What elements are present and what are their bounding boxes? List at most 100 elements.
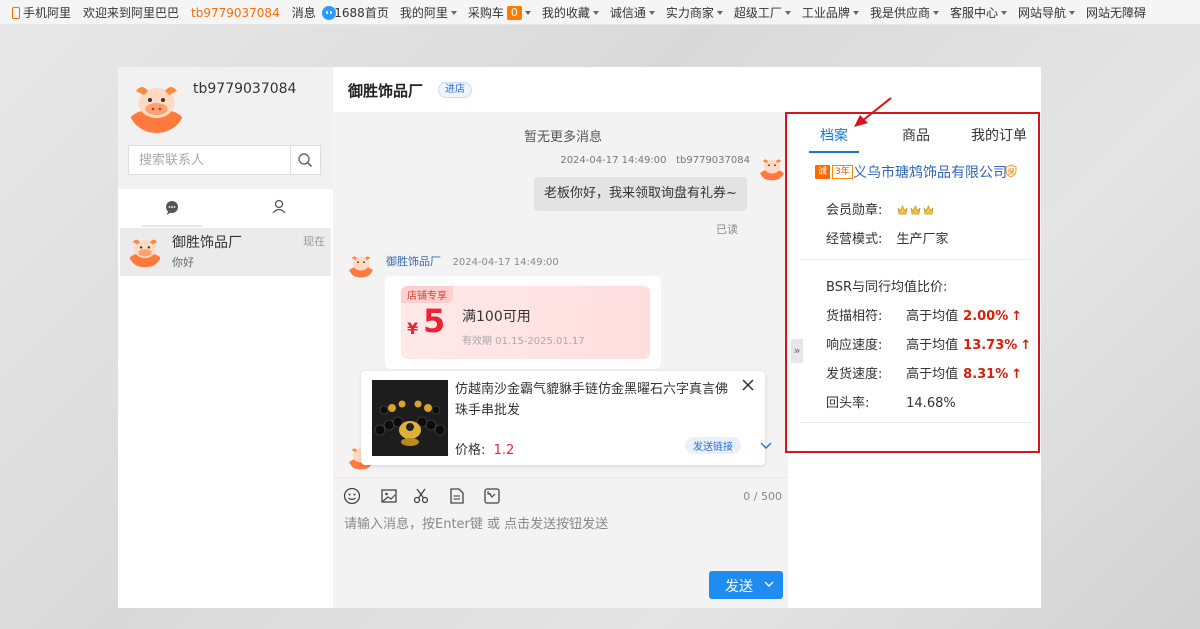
incoming-sender: 御胜饰品厂	[386, 255, 441, 268]
profile-username: tb9779037084	[193, 81, 297, 97]
send-button[interactable]: 发送	[709, 571, 783, 599]
tab-recent-chats[interactable]	[142, 189, 202, 227]
message-toolbar: 0 / 500	[333, 477, 788, 514]
chevron-down-icon[interactable]	[763, 578, 775, 590]
outgoing-message-bubble: 老板你好，我来领取询盘有礼券~	[534, 177, 747, 211]
user-icon	[272, 199, 286, 214]
emoji-icon[interactable]	[343, 487, 361, 505]
chevron-down-icon	[784, 10, 791, 15]
nav-accessibility[interactable]: 网站无障碍	[1086, 4, 1146, 21]
highlight-annotation-box	[785, 112, 1040, 453]
nav-cart[interactable]: 采购车 0	[468, 4, 531, 21]
product-image[interactable]	[372, 380, 448, 456]
chevron-down-icon	[932, 10, 939, 15]
contact-time: 现在	[303, 235, 325, 248]
contacts-sidebar: tb9779037084 搜索联系人 御胜饰品厂 你好 现在	[118, 67, 333, 608]
top-navigation-bar: 手机阿里 欢迎来到阿里巴巴 tb9779037084 消息 1688首页 我的阿…	[0, 0, 1200, 25]
search-icon[interactable]	[290, 146, 320, 174]
chevron-down-icon[interactable]	[759, 438, 773, 452]
chat-icon	[166, 201, 178, 215]
read-status: 已读	[716, 223, 738, 236]
coupon-message: 店铺专享 ¥ 5 满100可用 有效期 01.15-2025.01.17	[385, 276, 661, 369]
outgoing-message-meta: 2024-04-17 14:49:00 tb9779037084	[560, 155, 750, 166]
chevron-down-icon	[1068, 10, 1075, 15]
nav-favorites-label: 我的收藏	[541, 6, 590, 20]
nav-supplier-label: 我是供应商	[869, 6, 930, 20]
coupon-condition: 满100可用	[462, 309, 531, 325]
coupon-currency: ¥	[407, 319, 419, 338]
coupon-tag: 店铺专享	[401, 286, 453, 303]
nav-power-merchant[interactable]: 实力商家	[666, 4, 723, 21]
product-title[interactable]: 仿越南沙金霸气貔貅手链仿金黑曜石六字真言佛珠手串批发	[455, 379, 740, 421]
chat-area: 御胜饰品厂 进店 暂无更多消息 2024-04-17 14:49:00 tb97…	[333, 67, 788, 608]
incoming-time: 2024-04-17 14:49:00	[452, 257, 559, 268]
nav-my-alibaba[interactable]: 我的阿里	[400, 4, 457, 21]
profile-header: tb9779037084	[118, 67, 333, 189]
nav-home[interactable]: 1688首页	[334, 4, 389, 21]
scissors-icon[interactable]	[412, 487, 430, 505]
contact-list-item[interactable]: 御胜饰品厂 你好 现在	[120, 228, 331, 276]
nav-site-map-label: 网站导航	[1017, 6, 1066, 20]
nav-site-map[interactable]: 网站导航	[1018, 4, 1075, 21]
close-icon[interactable]	[740, 377, 756, 393]
enter-shop-button[interactable]: 进店	[438, 82, 472, 98]
nav-industrial-brand-label: 工业品牌	[801, 6, 850, 20]
user-link[interactable]: tb9779037084	[191, 6, 280, 20]
nav-super-factory-label: 超级工厂	[733, 6, 782, 20]
nav-chengxintong[interactable]: 诚信通	[610, 4, 655, 21]
chevron-down-icon	[852, 10, 859, 15]
message-input[interactable]: 请输入消息，按Enter键 或 点击发送按钮发送	[344, 513, 774, 532]
document-icon[interactable]	[448, 487, 466, 505]
nav-industrial-brand[interactable]: 工业品牌	[802, 4, 859, 21]
nav-my-alibaba-label: 我的阿里	[399, 6, 448, 20]
product-price-row: 价格: 1.2	[455, 439, 514, 458]
char-counter: 0 / 500	[743, 490, 782, 503]
messages-label: 消息	[291, 6, 316, 20]
chevron-down-icon	[592, 10, 599, 15]
nav-supplier[interactable]: 我是供应商	[870, 4, 939, 21]
shop-avatar	[348, 256, 374, 278]
chat-header: 御胜饰品厂 进店	[333, 67, 788, 112]
chevron-down-icon	[524, 10, 531, 15]
product-price-label: 价格:	[455, 443, 486, 458]
history-icon[interactable]	[483, 487, 501, 505]
contact-search-box	[128, 145, 321, 175]
chevron-down-icon	[716, 10, 723, 15]
message-list[interactable]: 暂无更多消息 2024-04-17 14:49:00 tb9779037084 …	[333, 112, 788, 477]
cart-count-badge: 0	[506, 5, 522, 20]
tab-contacts[interactable]	[249, 189, 309, 225]
annotation-arrow-icon	[854, 97, 892, 127]
nav-super-factory[interactable]: 超级工厂	[734, 4, 791, 21]
nav-favorites[interactable]: 我的收藏	[542, 4, 599, 21]
contact-search-input[interactable]	[129, 146, 293, 174]
send-link-button[interactable]: 发送链接	[685, 437, 741, 454]
nav-chengxintong-label: 诚信通	[609, 6, 646, 20]
chevron-down-icon	[450, 10, 457, 15]
coupon-card[interactable]: 店铺专享 ¥ 5 满100可用 有效期 01.15-2025.01.17	[401, 286, 650, 359]
coupon-amount: 5	[423, 302, 446, 340]
contact-name: 御胜饰品厂	[172, 235, 242, 251]
outgoing-time: 2024-04-17 14:49:00	[560, 155, 667, 166]
welcome-text: 欢迎来到阿里巴巴	[83, 6, 180, 20]
topbar-left: 手机阿里 欢迎来到阿里巴巴 tb9779037084 消息	[12, 4, 348, 21]
nav-service-center[interactable]: 客服中心	[950, 4, 1007, 21]
chat-title: 御胜饰品厂	[348, 82, 424, 100]
nav-accessibility-label: 网站无障碍	[1085, 6, 1146, 20]
mobile-link[interactable]: 手机阿里	[12, 4, 71, 21]
product-card: 仿越南沙金霸气貔貅手链仿金黑曜石六字真言佛珠手串批发 价格: 1.2 发送链接	[361, 371, 772, 465]
user-avatar[interactable]	[128, 79, 185, 133]
contact-avatar	[128, 239, 162, 268]
mobile-label: 手机阿里	[23, 6, 72, 20]
product-price: 1.2	[493, 443, 515, 458]
nav-service-center-label: 客服中心	[949, 6, 998, 20]
chevron-down-icon	[648, 10, 655, 15]
no-more-messages: 暂无更多消息	[523, 130, 602, 145]
coupon-validity: 有效期 01.15-2025.01.17	[462, 336, 585, 347]
image-icon[interactable]	[380, 487, 398, 505]
topbar-right: 1688首页 我的阿里 采购车 0 我的收藏 诚信通 实力商家 超级工厂 工业品牌…	[323, 4, 1146, 21]
outgoing-sender: tb9779037084	[676, 155, 750, 166]
nav-home-label: 1688首页	[334, 6, 389, 20]
my-avatar	[759, 159, 785, 181]
contact-last-message: 你好	[172, 256, 194, 269]
chevron-down-icon	[1000, 10, 1007, 15]
